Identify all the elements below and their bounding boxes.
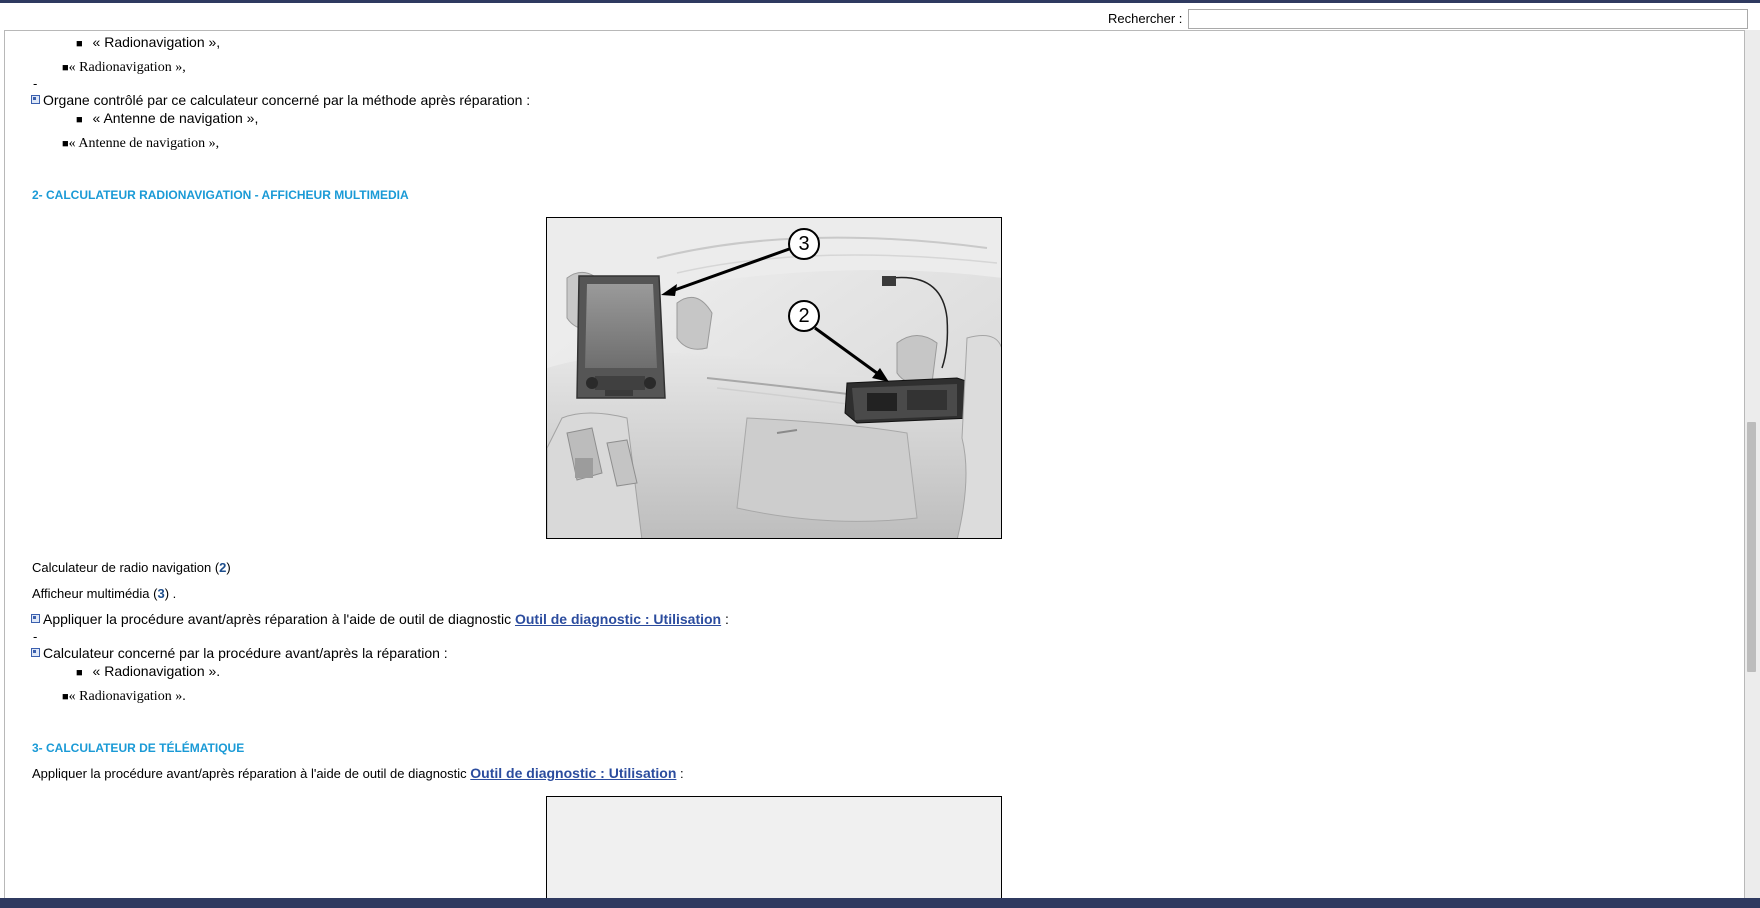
dashboard-illustration: 3 2 bbox=[546, 217, 1002, 539]
square-bullet-icon: ■ bbox=[76, 114, 83, 126]
info-text: Appliquer la procédure avant/après répar… bbox=[32, 766, 467, 781]
serif-list-item: ■« Antenne de navigation », bbox=[62, 136, 219, 152]
list-item-text: « Antenne de navigation », bbox=[92, 110, 259, 126]
square-bullet-icon: ■ bbox=[76, 667, 83, 679]
list-item-text: « Radionavigation », bbox=[92, 34, 221, 50]
info-end: : bbox=[680, 766, 684, 781]
caption-end: ) . bbox=[164, 586, 177, 601]
list-item-text: « Radionavigation ». bbox=[92, 663, 221, 679]
list-item-text: « Antenne de navigation », bbox=[68, 136, 220, 151]
section-heading-3: 3- CALCULATEUR DE TÉLÉMATIQUE bbox=[32, 741, 245, 755]
dash-separator: - bbox=[33, 76, 38, 91]
dash-separator: - bbox=[33, 629, 38, 644]
search-label: Rechercher : bbox=[1108, 11, 1183, 26]
diagnostic-tool-link[interactable]: Outil de diagnostic : Utilisation bbox=[470, 765, 676, 781]
next-illustration bbox=[546, 796, 1002, 898]
search-bar: Rechercher : bbox=[0, 3, 1760, 30]
list-item: ■ « Antenne de navigation », bbox=[76, 110, 258, 126]
info-line: Organe contrôlé par ce calculateur conce… bbox=[31, 92, 530, 108]
search-input[interactable] bbox=[1188, 9, 1748, 29]
list-item-text: « Radionavigation ». bbox=[68, 689, 186, 704]
caption-end: ) bbox=[226, 560, 231, 575]
checkbox-bullet-icon bbox=[31, 648, 40, 657]
dashboard-drawing bbox=[547, 218, 1001, 538]
square-bullet-icon: ■ bbox=[62, 691, 69, 703]
caption-radio: Calculateur de radio navigation (2) bbox=[32, 560, 231, 575]
callout-2: 2 bbox=[788, 300, 820, 332]
section-heading-2: 2- CALCULATEUR RADIONAVIGATION - AFFICHE… bbox=[32, 188, 409, 202]
serif-list-item: ■« Radionavigation », bbox=[62, 60, 186, 76]
list-item-text: « Radionavigation », bbox=[68, 60, 186, 75]
square-bullet-icon: ■ bbox=[62, 62, 69, 74]
info-text: Appliquer la procédure avant/après répar… bbox=[43, 611, 512, 627]
reference-number: 3 bbox=[157, 586, 165, 601]
info-line: Appliquer la procédure avant/après répar… bbox=[31, 611, 729, 627]
clipped-text-line: · · · bbox=[303, 31, 325, 34]
info-line: Appliquer la procédure avant/après répar… bbox=[32, 765, 684, 781]
square-bullet-icon: ■ bbox=[76, 38, 83, 50]
info-end: : bbox=[725, 611, 729, 627]
vertical-scrollbar[interactable] bbox=[1745, 30, 1760, 898]
caption-text: Calculateur de radio navigation ( bbox=[32, 560, 220, 575]
callout-3: 3 bbox=[788, 228, 820, 260]
info-text: Calculateur concerné par la procédure av… bbox=[43, 645, 448, 661]
info-text: Organe contrôlé par ce calculateur conce… bbox=[43, 92, 531, 108]
checkbox-bullet-icon bbox=[31, 95, 40, 104]
window-bottom-border bbox=[0, 898, 1760, 908]
serif-list-item: ■« Radionavigation ». bbox=[62, 689, 186, 705]
diagnostic-tool-link[interactable]: Outil de diagnostic : Utilisation bbox=[515, 611, 721, 627]
caption-display: Afficheur multimédia (3) . bbox=[32, 586, 176, 601]
info-line: Calculateur concerné par la procédure av… bbox=[31, 645, 448, 661]
list-item: ■ « Radionavigation ». bbox=[76, 663, 220, 679]
checkbox-bullet-icon bbox=[31, 614, 40, 623]
document-content[interactable]: · · · ■ « Radionavigation », ■« Radionav… bbox=[4, 30, 1745, 898]
square-bullet-icon: ■ bbox=[62, 138, 69, 150]
list-item: ■ « Radionavigation », bbox=[76, 34, 220, 50]
scrollbar-thumb[interactable] bbox=[1747, 422, 1756, 672]
caption-text: Afficheur multimédia ( bbox=[32, 586, 158, 601]
